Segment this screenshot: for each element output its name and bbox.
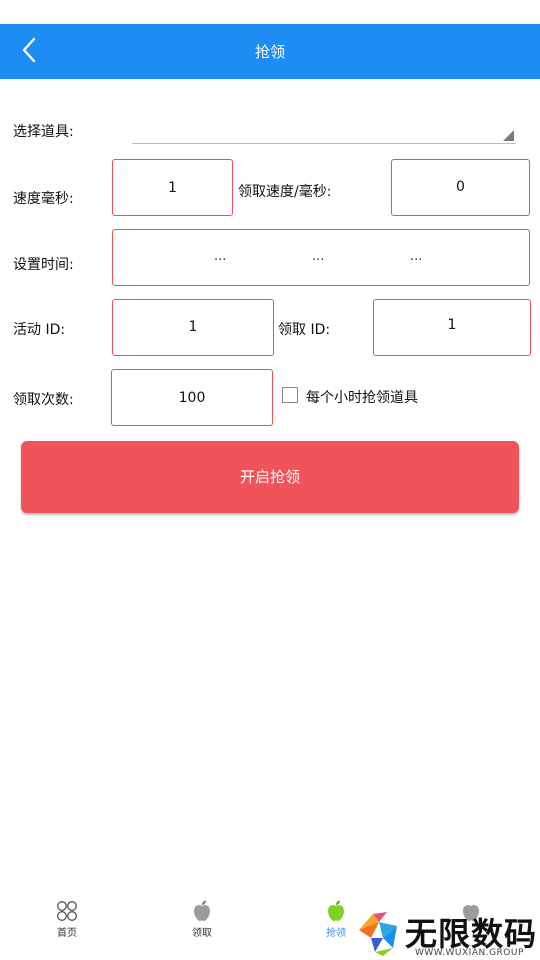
claim-speed-value: 0 [456, 179, 465, 195]
activity-id-label: 活动 ID: [13, 322, 66, 338]
claim-speed-input[interactable]: 0 [391, 159, 530, 216]
watermark-url: WWW.WUXIAN.GROUP [415, 948, 524, 958]
time-part-minute[interactable]: ... [312, 249, 324, 264]
speed-value: 1 [168, 180, 177, 196]
claim-id-input[interactable]: 1 [373, 299, 531, 356]
apple-gray-icon [194, 900, 210, 921]
claim-speed-label: 领取速度/毫秒: [238, 184, 332, 200]
tab-home-label: 首页 [57, 928, 77, 939]
page-title: 抢领 [254, 43, 285, 61]
claim-id-label: 领取 ID: [278, 322, 331, 338]
dropdown-caret-icon [503, 130, 514, 141]
hourly-checkbox-label[interactable]: 每个小时抢领道具 [306, 387, 418, 407]
tab-claim[interactable]: 领取 [167, 899, 237, 949]
tab-home[interactable]: 首页 [32, 899, 102, 949]
claim-count-value: 100 [178, 390, 206, 406]
app-bar: 抢领 [0, 24, 540, 79]
activity-id-input[interactable]: 1 [112, 299, 274, 356]
speed-input[interactable]: 1 [112, 159, 233, 216]
tab-claim-label: 领取 [192, 928, 212, 939]
item-select-dropdown[interactable] [132, 120, 516, 144]
grid-circles-icon [57, 901, 77, 921]
start-grab-button[interactable]: 开启抢领 [21, 441, 519, 513]
status-bar [0, 0, 540, 24]
time-part-second[interactable]: ... [410, 249, 422, 264]
brand-logo-icon [359, 912, 397, 956]
set-time-label: 设置时间: [13, 257, 74, 273]
hourly-checkbox[interactable] [282, 387, 298, 403]
activity-id-value: 1 [188, 319, 198, 335]
speed-label: 速度毫秒: [13, 191, 74, 207]
watermark: 无限数码 WWW.WUXIAN.GROUP [353, 908, 540, 960]
time-part-hour[interactable]: ... [214, 249, 226, 264]
claim-count-label: 领取次数: [13, 392, 74, 408]
claim-count-input[interactable]: 100 [111, 369, 273, 426]
apple-green-icon [328, 900, 344, 921]
claim-id-value: 1 [447, 317, 457, 333]
select-item-label: 选择道具: [13, 124, 74, 140]
